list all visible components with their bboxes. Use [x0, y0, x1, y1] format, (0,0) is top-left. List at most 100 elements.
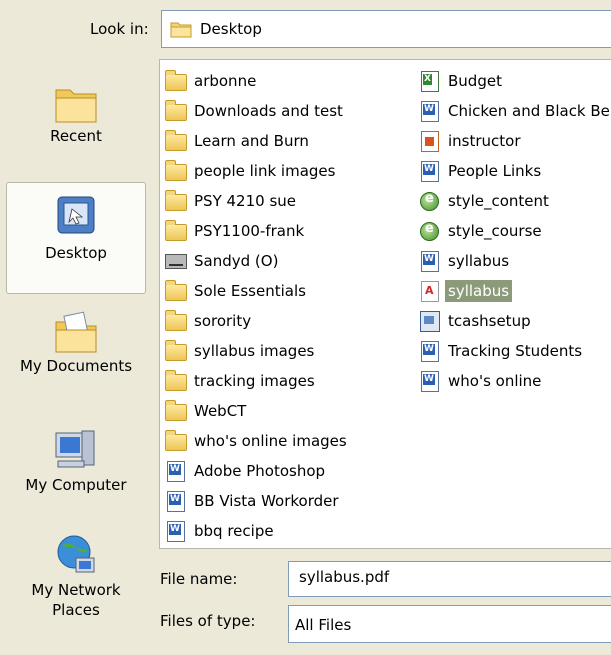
- list-item[interactable]: WebCT: [164, 396, 347, 426]
- list-item[interactable]: who's online: [418, 366, 610, 396]
- list-item[interactable]: syllabus images: [164, 336, 347, 366]
- list-item[interactable]: tracking images: [164, 366, 347, 396]
- item-label: BB Vista Workorder: [194, 492, 339, 510]
- list-item[interactable]: Learn and Burn: [164, 126, 347, 156]
- setup-icon: [418, 311, 440, 332]
- place-label: My Computer: [25, 476, 127, 494]
- folder-icon: [164, 430, 187, 451]
- look-in-value: Desktop: [200, 20, 262, 38]
- list-item[interactable]: Chicken and Black Be: [418, 96, 610, 126]
- folder-icon: [164, 130, 187, 151]
- item-label: PSY 4210 sue: [194, 192, 296, 210]
- word-doc-icon: [164, 521, 186, 542]
- item-label: People Links: [448, 162, 542, 180]
- folder-icon: [164, 190, 187, 211]
- folder-icon: [164, 70, 187, 91]
- item-label: Adobe Photoshop: [194, 462, 326, 480]
- item-label: syllabus images: [194, 342, 315, 360]
- file-name-input[interactable]: syllabus.pdf: [288, 561, 611, 597]
- file-name-label: File name:: [160, 570, 238, 588]
- item-label: syllabus: [448, 252, 510, 270]
- network-drive-icon: [164, 251, 187, 271]
- web-page-icon: [418, 221, 440, 241]
- item-label: tracking images: [194, 372, 315, 390]
- recent-folder-icon: [55, 89, 97, 123]
- folder-icon: [164, 370, 187, 391]
- file-type-select[interactable]: All Files: [288, 605, 611, 643]
- word-doc-icon: [418, 101, 440, 122]
- list-item[interactable]: PSY 4210 sue: [164, 186, 347, 216]
- word-doc-icon: [164, 461, 186, 482]
- place-my-network-places[interactable]: My Network Places: [6, 532, 146, 642]
- file-list-column: arbonne Downloads and test Learn and Bur…: [164, 66, 347, 546]
- list-item[interactable]: instructor: [418, 126, 610, 156]
- item-label: arbonne: [194, 72, 257, 90]
- word-doc-icon: [164, 491, 186, 512]
- item-label: style_content: [448, 192, 549, 210]
- folder-icon: [164, 310, 187, 331]
- place-label: My Documents: [19, 357, 133, 375]
- list-item[interactable]: people link images: [164, 156, 347, 186]
- folder-icon: [164, 220, 187, 241]
- place-desktop[interactable]: Desktop: [6, 182, 146, 294]
- folder-icon: [164, 280, 187, 301]
- list-item[interactable]: BB Vista Workorder: [164, 486, 347, 516]
- place-label: My Network Places: [31, 581, 121, 619]
- desktop-icon: [57, 196, 95, 234]
- folder-icon: [164, 100, 187, 121]
- list-item[interactable]: Budget: [418, 66, 610, 96]
- place-label: Recent: [50, 127, 102, 145]
- list-item[interactable]: Downloads and test: [164, 96, 347, 126]
- item-label: Budget: [448, 72, 502, 90]
- word-doc-icon: [418, 251, 440, 272]
- item-label: Sandyd (O): [194, 252, 279, 270]
- place-my-documents[interactable]: My Documents: [6, 310, 146, 400]
- look-in-label: Look in:: [90, 20, 149, 38]
- list-item[interactable]: who's online images: [164, 426, 347, 456]
- word-doc-icon: [418, 371, 440, 392]
- place-label: Desktop: [45, 244, 107, 262]
- list-item-selected[interactable]: syllabus: [418, 276, 610, 306]
- item-label: people link images: [194, 162, 336, 180]
- list-item[interactable]: Tracking Students: [418, 336, 610, 366]
- list-item[interactable]: Sole Essentials: [164, 276, 347, 306]
- item-label: instructor: [448, 132, 521, 150]
- list-item[interactable]: syllabus: [418, 246, 610, 276]
- word-doc-icon: [418, 341, 440, 362]
- list-item[interactable]: PSY1100-frank: [164, 216, 347, 246]
- folder-icon: [170, 22, 192, 38]
- list-item[interactable]: Adobe Photoshop: [164, 456, 347, 486]
- place-my-computer[interactable]: My Computer: [6, 427, 146, 517]
- item-label: Downloads and test: [194, 102, 343, 120]
- network-icon: [57, 535, 95, 573]
- list-item[interactable]: tcashsetup: [418, 306, 610, 336]
- list-item[interactable]: arbonne: [164, 66, 347, 96]
- item-label: PSY1100-frank: [194, 222, 305, 240]
- list-item[interactable]: Sandyd (O): [164, 246, 347, 276]
- folder-icon: [164, 400, 187, 421]
- file-list-column: Budget Chicken and Black Be instructor P…: [418, 66, 610, 396]
- folder-icon: [164, 340, 187, 361]
- item-label: Chicken and Black Be: [448, 102, 610, 120]
- place-recent[interactable]: Recent: [6, 82, 146, 172]
- list-item[interactable]: sorority: [164, 306, 347, 336]
- item-label: Tracking Students: [448, 342, 583, 360]
- item-label: who's online: [448, 372, 542, 390]
- item-label: Learn and Burn: [194, 132, 309, 150]
- item-label: sorority: [194, 312, 252, 330]
- list-item[interactable]: style_content: [418, 186, 610, 216]
- excel-icon: [418, 71, 440, 92]
- file-type-label: Files of type:: [160, 612, 256, 630]
- item-label: style_course: [448, 222, 542, 240]
- my-computer-icon: [55, 430, 95, 468]
- folder-icon: [164, 160, 187, 181]
- word-doc-icon: [418, 161, 440, 182]
- pdf-icon: [418, 281, 440, 302]
- list-item[interactable]: bbq recipe: [164, 516, 347, 546]
- item-label: who's online images: [194, 432, 347, 450]
- item-label: Sole Essentials: [194, 282, 306, 300]
- list-item[interactable]: style_course: [418, 216, 610, 246]
- look-in-combo[interactable]: Desktop: [161, 10, 611, 48]
- file-list[interactable]: arbonne Downloads and test Learn and Bur…: [159, 59, 611, 549]
- list-item[interactable]: People Links: [418, 156, 610, 186]
